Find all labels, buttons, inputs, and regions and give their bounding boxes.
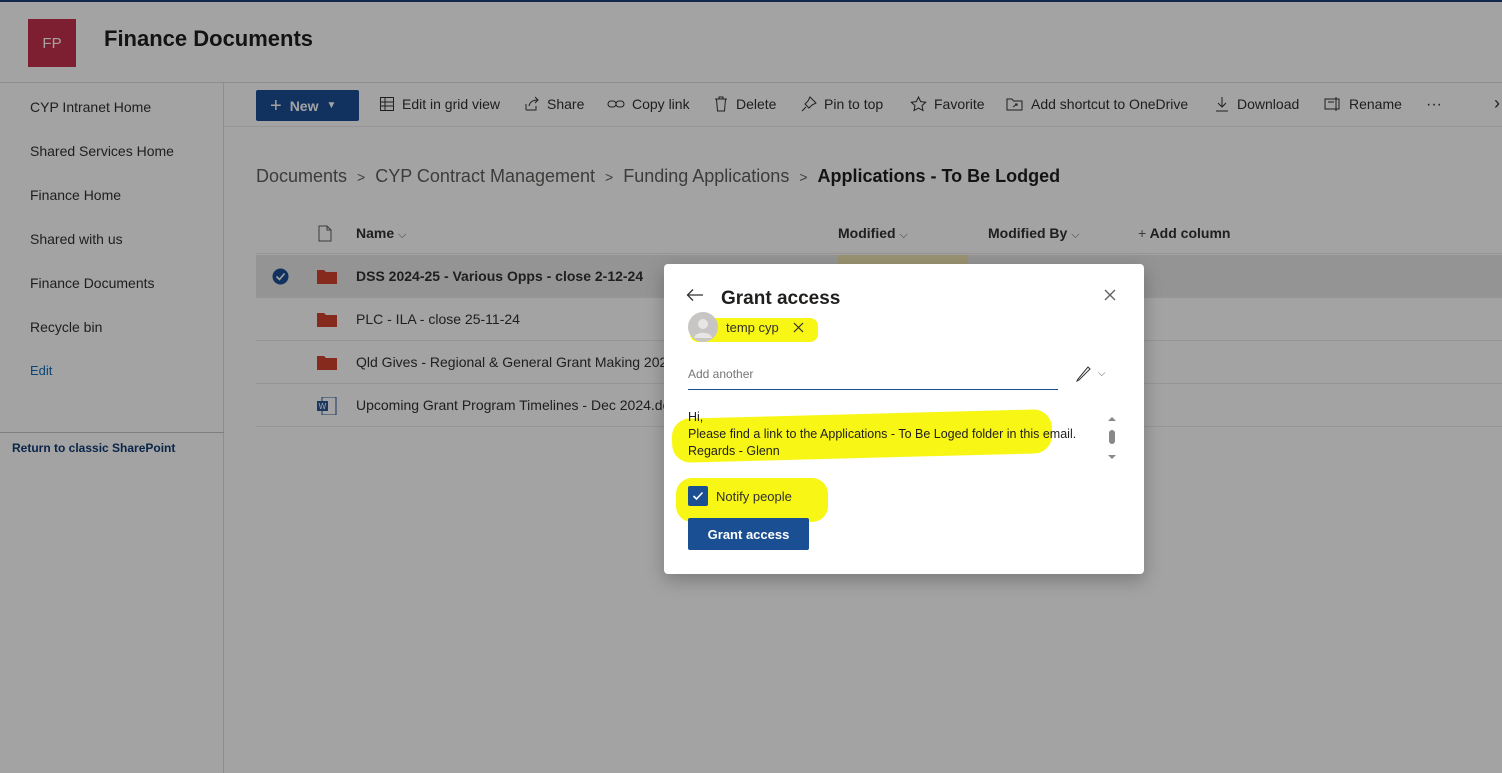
message-line: Hi, bbox=[688, 410, 704, 424]
grant-access-button[interactable]: Grant access bbox=[688, 518, 809, 550]
recipient-name: temp cyp bbox=[726, 319, 779, 335]
notify-people-label: Notify people bbox=[716, 488, 792, 504]
message-line: Please find a link to the Applications -… bbox=[688, 427, 1077, 441]
message-line: Regards - Glenn bbox=[688, 444, 780, 458]
close-icon[interactable] bbox=[1104, 289, 1116, 301]
recipient-chip[interactable]: temp cyp bbox=[688, 312, 804, 342]
add-another-input[interactable] bbox=[688, 360, 1058, 388]
back-arrow-icon[interactable] bbox=[686, 288, 704, 302]
message-scrollbar[interactable] bbox=[1106, 416, 1118, 460]
checkbox-checked-icon bbox=[688, 486, 708, 506]
pencil-icon bbox=[1075, 366, 1091, 382]
grant-access-dialog: Grant access temp cyp ⌵ Hi, Please find … bbox=[664, 264, 1144, 574]
add-another-field[interactable] bbox=[688, 360, 1058, 390]
remove-recipient-icon[interactable] bbox=[793, 322, 804, 333]
message-textarea[interactable]: Hi, Please find a link to the Applicatio… bbox=[688, 409, 1098, 471]
permission-dropdown[interactable]: ⌵ bbox=[1075, 365, 1106, 382]
chevron-down-icon: ⌵ bbox=[1098, 368, 1106, 379]
dialog-title: Grant access bbox=[721, 288, 841, 309]
person-avatar-icon bbox=[688, 312, 718, 342]
notify-people-checkbox[interactable]: Notify people bbox=[688, 486, 792, 506]
